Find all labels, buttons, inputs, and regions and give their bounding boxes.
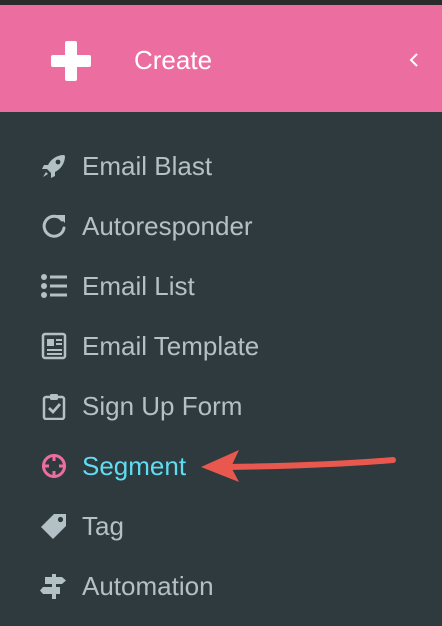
plus-icon xyxy=(51,41,91,81)
signpost-icon xyxy=(40,572,68,600)
rocket-icon xyxy=(40,152,68,180)
sidebar-item-label: Sign Up Form xyxy=(82,391,243,421)
list-icon xyxy=(40,272,68,300)
sidebar-item-sign-up-form[interactable]: Sign Up Form xyxy=(0,376,442,436)
create-button[interactable]: Create xyxy=(0,5,442,112)
sidebar-item-label: Email List xyxy=(82,271,195,301)
sidebar-item-tag[interactable]: Tag xyxy=(0,496,442,556)
sidebar-item-automation[interactable]: Automation xyxy=(0,556,442,616)
sidebar-item-label: Tag xyxy=(82,511,124,541)
create-label: Create xyxy=(134,45,213,75)
sidebar-item-label: Email Blast xyxy=(82,151,213,181)
sidebar-item-label: Automation xyxy=(82,571,214,601)
refresh-icon xyxy=(40,212,68,240)
sidebar-item-segment[interactable]: Segment xyxy=(0,436,442,496)
clipboard-check-icon xyxy=(40,392,68,420)
sidebar-item-email-list[interactable]: Email List xyxy=(0,256,442,316)
sidebar-item-label: Autoresponder xyxy=(82,211,253,241)
sidebar-item-email-template[interactable]: Email Template xyxy=(0,316,442,376)
sidebar-item-autoresponder[interactable]: Autoresponder xyxy=(0,196,442,256)
template-icon xyxy=(40,332,68,360)
sidebar-menu: Email Blast Autoresponder Email List Ema… xyxy=(0,112,442,626)
crosshair-icon xyxy=(40,452,68,480)
sidebar-item-label: Email Template xyxy=(82,331,260,361)
sidebar-item-email-blast[interactable]: Email Blast xyxy=(0,136,442,196)
sidebar-item-label: Segment xyxy=(82,451,187,481)
tag-icon xyxy=(40,512,68,540)
chevron-left-icon[interactable] xyxy=(406,51,424,69)
